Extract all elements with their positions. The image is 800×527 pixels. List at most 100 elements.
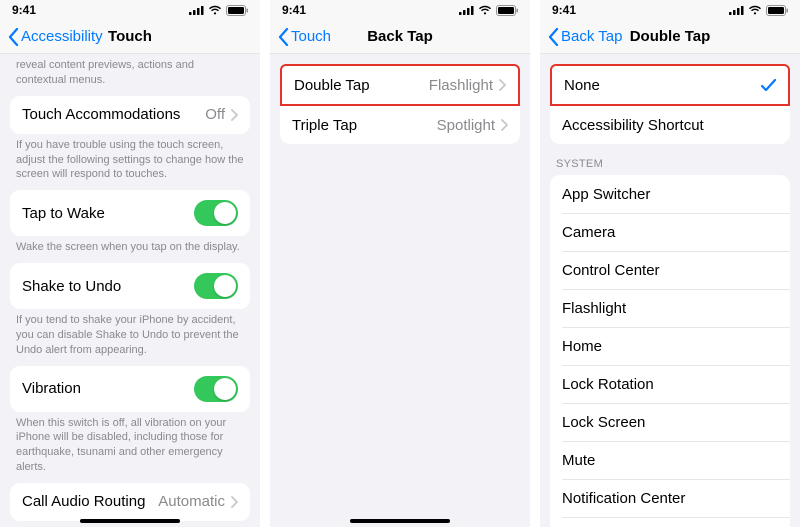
screen-double-tap: 9:41 Back Tap Double Tap None Accessibil…: [540, 0, 800, 527]
cell-group-shake: Shake to Undo: [10, 263, 250, 309]
footer-text: When this switch is off, all vibration o…: [0, 412, 260, 483]
back-button[interactable]: Accessibility: [8, 28, 103, 46]
toggle-on[interactable]: [194, 273, 238, 299]
cell-label: Flashlight: [562, 300, 778, 317]
nav-title: Back Tap: [367, 28, 433, 45]
footer-text: Wake the screen when you tap on the disp…: [0, 236, 260, 263]
footer-text: If you tend to shake your iPhone by acci…: [0, 309, 260, 366]
cell-value: Automatic: [158, 493, 225, 510]
cell-group-triple-tap: Triple Tap Spotlight: [280, 106, 520, 144]
status-icons: [459, 5, 518, 16]
cell-label: None: [564, 77, 761, 94]
battery-icon: [496, 5, 518, 16]
screen-touch: 9:41 Accessibility Touch reveal content …: [0, 0, 260, 527]
cell-group-tap-wake: Tap to Wake: [10, 190, 250, 236]
footer-text: If you have trouble using the touch scre…: [0, 134, 260, 191]
checkmark-icon: [761, 79, 776, 92]
system-item-cell[interactable]: Notification Center: [550, 479, 790, 517]
back-label: Back Tap: [561, 28, 622, 45]
cell-label: Shake to Undo: [22, 278, 194, 295]
cell-label: Notification Center: [562, 490, 778, 507]
cell-group-touch-accom: Touch Accommodations Off: [10, 96, 250, 134]
none-cell[interactable]: None: [552, 66, 788, 104]
nav-bar: Back Tap Double Tap: [540, 20, 800, 54]
content-area: Double Tap Flashlight Triple Tap Spotlig…: [270, 54, 530, 527]
cell-label: Control Center: [562, 262, 778, 279]
wifi-icon: [208, 5, 222, 15]
cell-label: Lock Rotation: [562, 376, 778, 393]
status-bar: 9:41: [0, 0, 260, 20]
content-area: reveal content previews, actions and con…: [0, 54, 260, 527]
chevron-right-icon: [231, 109, 238, 121]
cell-label: App Switcher: [562, 186, 778, 203]
battery-icon: [226, 5, 248, 16]
chevron-left-icon: [8, 28, 19, 46]
signal-icon: [729, 5, 744, 15]
system-item-cell[interactable]: Home: [550, 327, 790, 365]
wifi-icon: [748, 5, 762, 15]
shake-to-undo-cell[interactable]: Shake to Undo: [10, 263, 250, 309]
accessibility-shortcut-cell[interactable]: Accessibility Shortcut: [550, 106, 790, 144]
call-audio-routing-cell[interactable]: Call Audio Routing Automatic: [10, 483, 250, 521]
vibration-cell[interactable]: Vibration: [10, 366, 250, 412]
cell-label: Lock Screen: [562, 414, 778, 431]
double-tap-cell[interactable]: Double Tap Flashlight: [282, 66, 518, 104]
chevron-right-icon: [231, 496, 238, 508]
signal-icon: [189, 5, 204, 15]
cell-label: Call Audio Routing: [22, 493, 158, 510]
triple-tap-cell[interactable]: Triple Tap Spotlight: [280, 106, 520, 144]
system-item-cell[interactable]: Mute: [550, 441, 790, 479]
toggle-on[interactable]: [194, 376, 238, 402]
system-item-cell[interactable]: Camera: [550, 213, 790, 251]
back-label: Accessibility: [21, 28, 103, 45]
cell-value: Spotlight: [437, 117, 495, 134]
status-bar: 9:41: [540, 0, 800, 20]
chevron-left-icon: [548, 28, 559, 46]
nav-bar: Accessibility Touch: [0, 20, 260, 54]
cell-label: Home: [562, 338, 778, 355]
cell-label: Accessibility Shortcut: [562, 117, 778, 134]
system-item-cell[interactable]: Control Center: [550, 251, 790, 289]
touch-accommodations-cell[interactable]: Touch Accommodations Off: [10, 96, 250, 134]
system-item-cell[interactable]: Lock Rotation: [550, 365, 790, 403]
status-time: 9:41: [552, 3, 576, 17]
content-area: None Accessibility Shortcut System App S…: [540, 54, 800, 527]
screen-back-tap: 9:41 Touch Back Tap Double Tap Flashligh…: [270, 0, 530, 527]
nav-title: Double Tap: [630, 28, 711, 45]
status-time: 9:41: [12, 3, 36, 17]
cell-label: Vibration: [22, 380, 194, 397]
cell-group-audio: Call Audio Routing Automatic: [10, 483, 250, 521]
status-time: 9:41: [282, 3, 306, 17]
wifi-icon: [478, 5, 492, 15]
chevron-right-icon: [501, 119, 508, 131]
battery-icon: [766, 5, 788, 16]
nav-bar: Touch Back Tap: [270, 20, 530, 54]
status-bar: 9:41: [270, 0, 530, 20]
back-label: Touch: [291, 28, 331, 45]
system-item-cell[interactable]: Flashlight: [550, 289, 790, 327]
signal-icon: [459, 5, 474, 15]
cell-label: Double Tap: [294, 77, 429, 94]
cell-value: Flashlight: [429, 77, 493, 94]
home-indicator[interactable]: [80, 519, 180, 523]
status-icons: [729, 5, 788, 16]
cell-group-system: App Switcher Camera Control Center Flashlig…: [550, 175, 790, 527]
back-button[interactable]: Back Tap: [548, 28, 622, 46]
system-item-cell[interactable]: App Switcher: [550, 175, 790, 213]
cell-group-none: None: [550, 64, 790, 106]
cell-group-vibration: Vibration: [10, 366, 250, 412]
section-header-system: System: [540, 144, 800, 175]
system-item-cell[interactable]: Reachability: [550, 517, 790, 527]
home-indicator[interactable]: [350, 519, 450, 523]
chevron-left-icon: [278, 28, 289, 46]
cell-label: Tap to Wake: [22, 205, 194, 222]
tap-to-wake-cell[interactable]: Tap to Wake: [10, 190, 250, 236]
cell-group-accessibility-shortcut: Accessibility Shortcut: [550, 106, 790, 144]
system-item-cell[interactable]: Lock Screen: [550, 403, 790, 441]
toggle-on[interactable]: [194, 200, 238, 226]
cell-label: Triple Tap: [292, 117, 437, 134]
back-button[interactable]: Touch: [278, 28, 331, 46]
nav-title: Touch: [108, 28, 152, 45]
cell-label: Touch Accommodations: [22, 106, 205, 123]
cell-value: Off: [205, 106, 225, 123]
